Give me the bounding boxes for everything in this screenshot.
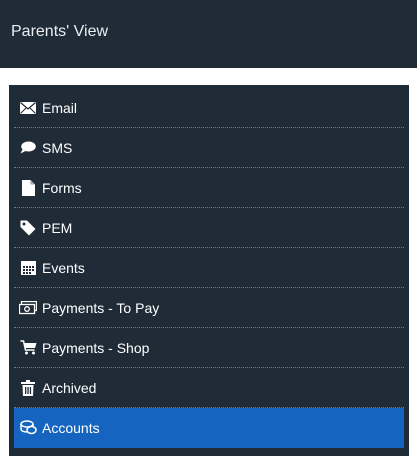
menu-item-label: Accounts xyxy=(42,419,100,436)
trash-icon xyxy=(19,379,37,397)
menu-item-email[interactable]: Email xyxy=(14,88,404,128)
menu-item-label: Events xyxy=(42,259,85,276)
menu-item-events[interactable]: Events xyxy=(14,248,404,288)
menu-item-payments-to-pay[interactable]: Payments - To Pay xyxy=(14,288,404,328)
menu-item-pem[interactable]: PEM xyxy=(14,208,404,248)
menu-item-accounts[interactable]: Accounts xyxy=(14,408,404,448)
shopping-cart-icon xyxy=(19,339,37,357)
menu-item-label: PEM xyxy=(42,219,73,236)
menu-item-label: Payments - Shop xyxy=(42,339,150,356)
tag-icon xyxy=(19,219,37,237)
menu-item-label: Payments - To Pay xyxy=(42,299,160,316)
page-title: Parents' View xyxy=(11,23,109,40)
menu-item-archived[interactable]: Archived xyxy=(14,368,404,408)
envelope-icon xyxy=(19,99,37,117)
page-header: Parents' View xyxy=(0,0,417,68)
sidebar-menu: Email SMS Forms PEM Events Payments - To… xyxy=(9,85,409,456)
menu-item-label: Forms xyxy=(42,179,82,196)
calendar-icon xyxy=(19,259,37,277)
menu-item-label: Archived xyxy=(42,379,97,396)
menu-item-label: Email xyxy=(42,99,78,116)
menu-item-payments-shop[interactable]: Payments - Shop xyxy=(14,328,404,368)
menu-item-sms[interactable]: SMS xyxy=(14,128,404,168)
menu-container: Email SMS Forms PEM Events Payments - To… xyxy=(0,80,417,461)
speech-bubble-icon xyxy=(19,139,37,157)
coins-icon xyxy=(19,419,37,437)
menu-item-label: SMS xyxy=(42,139,73,156)
cash-icon xyxy=(19,299,37,317)
menu-item-forms[interactable]: Forms xyxy=(14,168,404,208)
document-icon xyxy=(19,179,37,197)
